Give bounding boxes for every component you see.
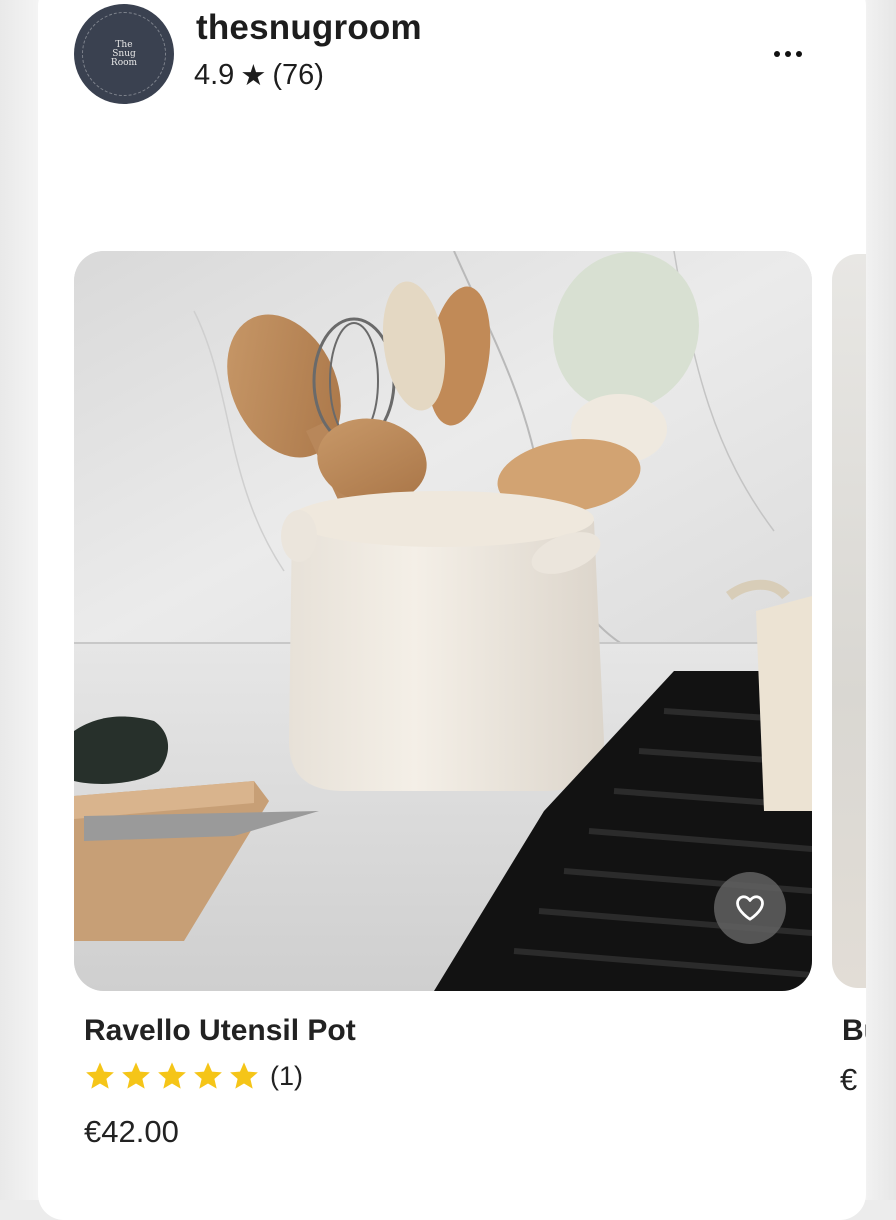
more-options-button[interactable] (764, 38, 812, 70)
star-icon (230, 1062, 258, 1089)
shop-logo-text: The Snug Room (110, 39, 138, 68)
star-icon (158, 1062, 186, 1089)
more-horizontal-icon (774, 51, 780, 57)
next-product-title[interactable]: Bu (842, 1014, 866, 1048)
shop-rating: 4.9 ★ (76) (194, 58, 324, 93)
next-product-price: € (840, 1062, 858, 1097)
shop-rating-value: 4.9 (194, 59, 235, 91)
product-image[interactable] (74, 251, 812, 991)
product-review-count: (1) (270, 1060, 303, 1091)
product-photo (74, 251, 812, 991)
next-product-image[interactable] (832, 254, 866, 988)
heart-outline-icon (736, 895, 764, 921)
shop-avatar[interactable]: The Snug Room (74, 4, 174, 104)
shop-review-count: (76) (272, 59, 324, 91)
product-rating: (1) (84, 1060, 303, 1092)
product-title[interactable]: Ravello Utensil Pot (84, 1014, 356, 1048)
product-price: €42.00 (84, 1114, 179, 1149)
more-dot (796, 51, 802, 57)
star-icon (194, 1062, 222, 1089)
favorite-button[interactable] (714, 872, 786, 944)
star-icon (122, 1062, 150, 1089)
more-dot (785, 51, 791, 57)
star-icon (86, 1062, 114, 1089)
shop-card: The Snug Room thesnugroom 4.9 ★ (76) Rav… (38, 0, 866, 1220)
star-icon: ★ (240, 60, 267, 92)
shop-name[interactable]: thesnugroom (196, 8, 422, 48)
